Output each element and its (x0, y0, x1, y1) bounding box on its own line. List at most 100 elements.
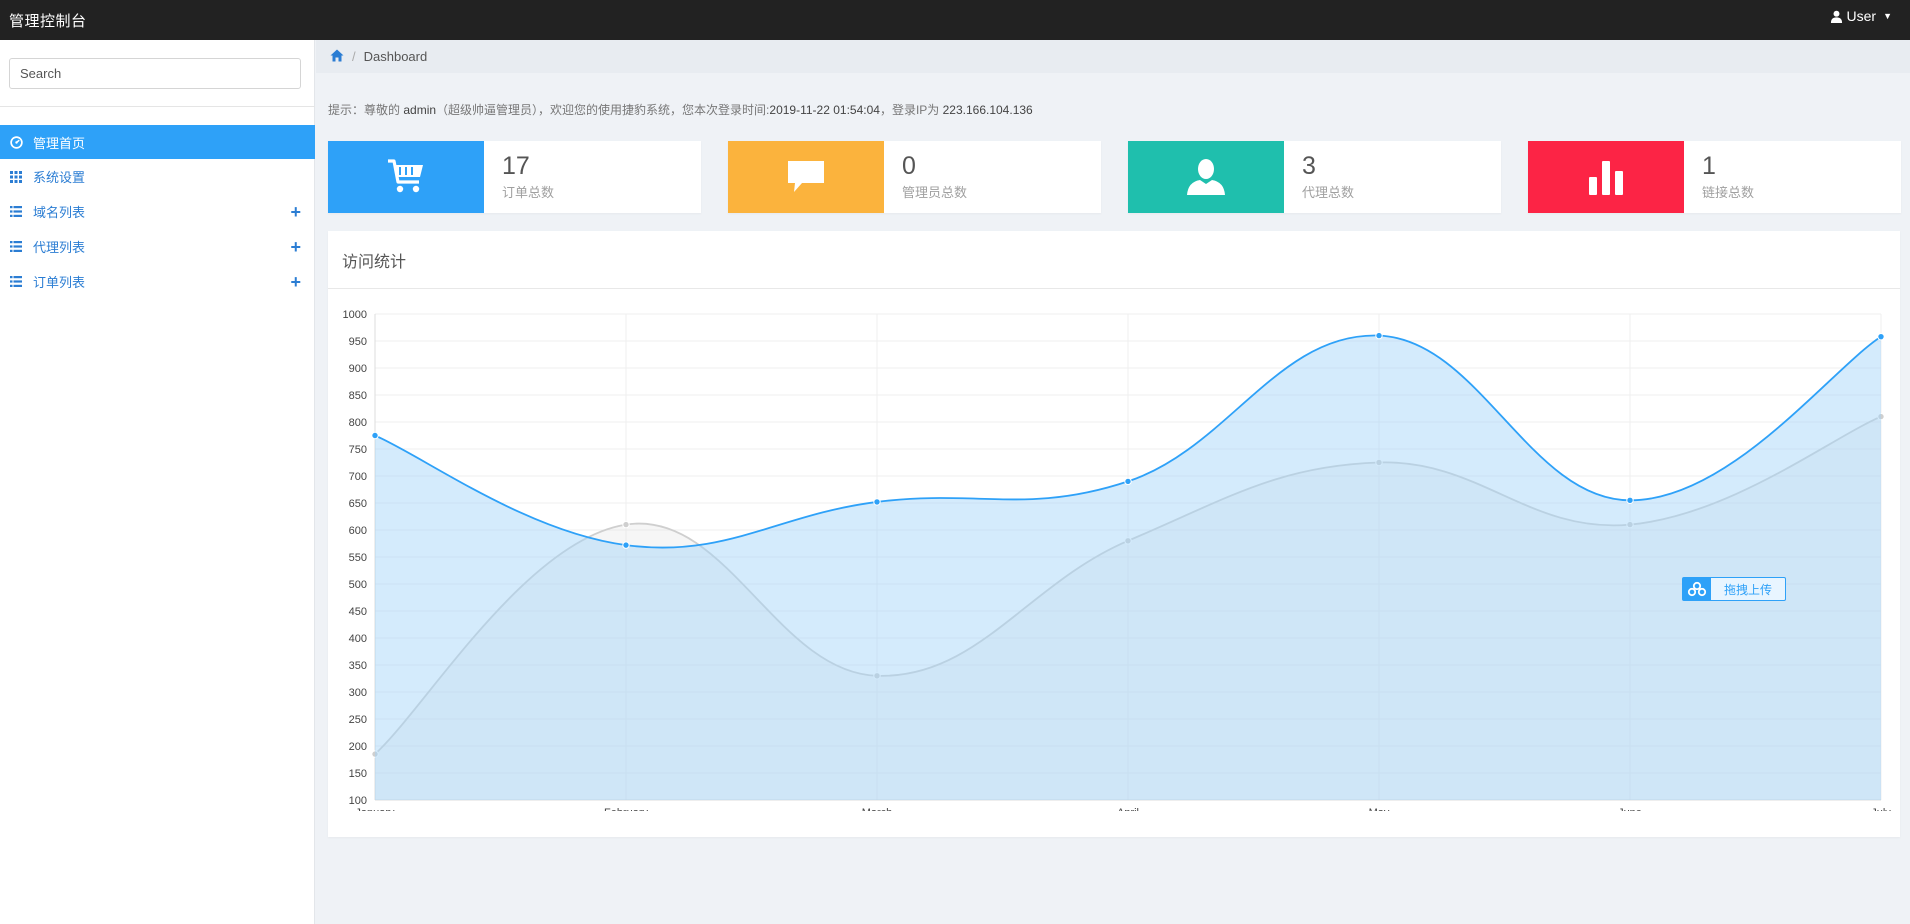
list-icon (9, 205, 23, 219)
y-tick-label: 700 (349, 471, 367, 483)
y-tick-label: 450 (349, 606, 367, 618)
y-tick-label: 550 (349, 552, 367, 564)
notice-role: （超级帅逼管理员） (436, 103, 539, 117)
series-1-point (1375, 331, 1383, 340)
drag-upload-button[interactable]: 拖拽上传 (1682, 577, 1786, 601)
stat-card-agents: 3 代理总数 (1128, 141, 1501, 213)
visit-stats-panel: 访问统计 100 150 200 250 300 350 400 450 500 550 600 65… (328, 231, 1900, 837)
stat-label: 链接总数 (1702, 185, 1755, 200)
expand-plus-icon[interactable]: + (290, 273, 301, 291)
stat-label: 管理员总数 (902, 185, 968, 200)
y-tick-label: 750 (349, 444, 367, 456)
stat-card-links: 1 链接总数 (1528, 141, 1901, 213)
sidebar-item-domains[interactable]: 域名列表 + (0, 194, 315, 229)
y-tick-label: 400 (349, 633, 367, 645)
login-notice: 提示：尊敬的 admin（超级帅逼管理员），欢迎您的使用捷豹系统，您本次登录时间… (328, 101, 1033, 118)
sidebar-item-orders[interactable]: 订单列表 + (0, 264, 315, 299)
stat-icon-box (1128, 141, 1284, 213)
app-title: 管理控制台 (9, 13, 87, 30)
sidebar-item-label: 管理首页 (33, 135, 86, 151)
list-icon (9, 275, 23, 289)
y-tick-label: 500 (349, 579, 367, 591)
notice-prefix: 提示：尊敬的 (328, 103, 404, 117)
series-1-point (1877, 332, 1885, 341)
x-tick-label: April (1117, 807, 1139, 811)
breadcrumb: / Dashboard (316, 40, 1910, 73)
series-1-point (1626, 496, 1634, 505)
comment-icon (788, 161, 824, 192)
stat-card-orders: 17 订单总数 (328, 141, 701, 213)
y-tick-label: 900 (349, 363, 367, 375)
list-icon (9, 240, 23, 254)
sidebar-search-area (0, 40, 315, 107)
notice-login-time: 2019-11-22 01:54:04 (769, 103, 880, 117)
y-tick-label: 200 (349, 741, 367, 753)
sidebar-item-label: 域名列表 (33, 205, 86, 220)
x-tick-label: July (1871, 807, 1891, 811)
y-tick-label: 100 (349, 795, 367, 807)
stat-label: 订单总数 (502, 185, 555, 200)
cart-icon (388, 159, 423, 193)
y-tick-label: 350 (349, 660, 367, 672)
cloud-icon (1683, 578, 1711, 600)
x-tick-label: March (862, 807, 893, 811)
stat-icon-box (328, 141, 484, 213)
search-input[interactable] (9, 58, 301, 89)
sidebar-item-label: 代理列表 (33, 240, 86, 255)
stat-value: 0 (902, 152, 916, 180)
x-tick-label: June (1618, 807, 1642, 811)
visit-stats-chart: 100 150 200 250 300 350 400 450 500 550 600 650 700 7… (343, 309, 1892, 811)
caret-down-icon: ▼ (1883, 11, 1892, 21)
user-menu[interactable]: User ▼ (1830, 8, 1892, 24)
y-tick-label: 650 (349, 498, 367, 510)
y-tick-label: 800 (349, 417, 367, 429)
notice-middle: ，欢迎您的使用捷豹系统，您本次登录时间: (538, 103, 770, 117)
series-1-point (371, 431, 379, 440)
notice-ip-prefix: ，登录IP为 (879, 103, 943, 117)
panel-title: 访问统计 (328, 231, 1900, 289)
sidebar: 管理首页 系统设置 域名列表 + (0, 40, 315, 924)
series-1-point (873, 498, 881, 506)
x-tick-label: January (355, 807, 395, 811)
user-icon (1830, 10, 1842, 23)
user-label: User (1846, 8, 1877, 24)
top-navbar: 管理控制台 User ▼ (0, 0, 1910, 40)
sidebar-menu: 管理首页 系统设置 域名列表 + 代理列表 + 订单列表 + (0, 125, 315, 299)
series-0-point (622, 520, 630, 529)
x-tick-label: February (604, 807, 649, 811)
stat-value: 17 (502, 152, 530, 180)
breadcrumb-current: Dashboard (363, 49, 428, 64)
breadcrumb-separator: / (352, 49, 356, 64)
expand-plus-icon[interactable]: + (290, 203, 301, 221)
sidebar-item-label: 订单列表 (33, 275, 86, 290)
y-tick-label: 950 (349, 336, 367, 348)
home-icon[interactable] (330, 49, 344, 65)
series-1-point (1124, 477, 1132, 486)
y-tick-label: 850 (349, 390, 367, 402)
sidebar-item-settings[interactable]: 系统设置 (0, 159, 315, 194)
stat-value: 1 (1702, 152, 1716, 180)
sidebar-item-agents[interactable]: 代理列表 + (0, 229, 315, 264)
y-tick-label: 250 (349, 714, 367, 726)
y-tick-label: 600 (349, 525, 367, 537)
stat-label: 代理总数 (1302, 185, 1355, 200)
grid-icon (9, 170, 23, 184)
y-tick-label: 150 (349, 768, 367, 780)
series-1-point (622, 541, 630, 549)
x-tick-label: May (1369, 807, 1390, 811)
bar-chart-icon (1589, 161, 1623, 195)
y-tick-label: 300 (349, 687, 367, 699)
stat-value: 3 (1302, 152, 1316, 180)
y-tick-label: 1000 (343, 309, 367, 321)
sidebar-item-dashboard[interactable]: 管理首页 (0, 125, 315, 159)
dashboard-icon (9, 135, 23, 149)
stat-icon-box (728, 141, 884, 213)
user-icon (1187, 159, 1225, 195)
stat-icon-box (1528, 141, 1684, 213)
stat-card-admins: 0 管理员总数 (728, 141, 1101, 213)
sidebar-item-label: 系统设置 (33, 170, 86, 185)
notice-ip: 223.166.104.136 (942, 103, 1033, 117)
notice-username: admin (403, 103, 437, 117)
upload-label: 拖拽上传 (1723, 582, 1772, 597)
expand-plus-icon[interactable]: + (290, 238, 301, 256)
